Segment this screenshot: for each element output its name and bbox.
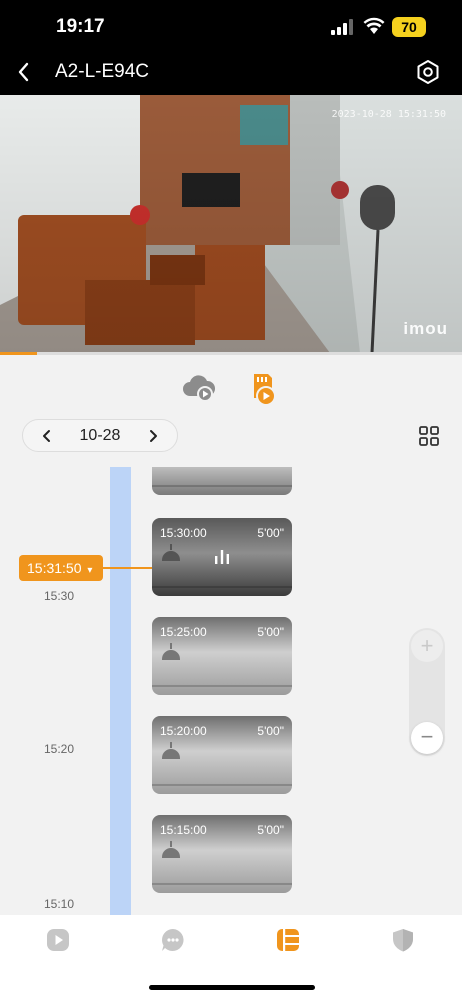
lamp-icon bbox=[161, 742, 181, 759]
lamp-icon bbox=[161, 841, 181, 858]
current-time-pill[interactable]: 15:31:50 ▾ bbox=[19, 555, 103, 581]
device-title: A2-L-E94C bbox=[55, 61, 149, 82]
cloud-play-icon[interactable] bbox=[181, 374, 217, 404]
zoom-control: + − bbox=[409, 628, 445, 756]
timeline-tick: 15:30 bbox=[44, 589, 75, 603]
home-indicator bbox=[149, 985, 315, 990]
clip-divider bbox=[152, 685, 292, 687]
source-toggle bbox=[0, 370, 462, 414]
timeline-tick: 15:20 bbox=[44, 742, 75, 756]
clip-start-time: 15:30:00 bbox=[160, 526, 207, 540]
zoom-out-button[interactable]: − bbox=[411, 722, 443, 754]
current-time-label: 15:31:50 bbox=[27, 560, 82, 576]
timeline-tick: 15:10 bbox=[44, 897, 75, 911]
clip-thumbnail[interactable]: 15:25:00 5'00" bbox=[152, 617, 292, 695]
clip-duration: 5'00" bbox=[257, 625, 284, 639]
lamp-icon bbox=[161, 544, 181, 561]
play-icon[interactable] bbox=[45, 927, 71, 953]
camera-video-view[interactable]: 2023-10-28 15:31:50 imou bbox=[0, 95, 462, 353]
zoom-in-button[interactable]: + bbox=[411, 630, 443, 662]
chevron-down-icon: ▾ bbox=[87, 565, 93, 576]
clip-divider bbox=[152, 485, 292, 487]
playing-indicator-icon bbox=[215, 550, 229, 564]
sd-card-play-icon[interactable] bbox=[248, 372, 278, 408]
clip-divider bbox=[152, 784, 292, 786]
battery-indicator: 70 bbox=[392, 17, 426, 37]
list-icon[interactable] bbox=[275, 927, 301, 953]
grid-view-button[interactable] bbox=[418, 425, 440, 447]
imou-watermark: imou bbox=[403, 319, 448, 338]
playback-progress-fill bbox=[0, 352, 37, 355]
clip-duration: 5'00" bbox=[257, 823, 284, 837]
cellular-signal-icon bbox=[331, 19, 355, 35]
playback-progress[interactable] bbox=[0, 352, 462, 355]
clip-divider bbox=[152, 586, 292, 588]
clip-thumbnail[interactable]: 15:20:00 5'00" bbox=[152, 716, 292, 794]
lamp-icon bbox=[161, 643, 181, 660]
clip-divider bbox=[152, 883, 292, 885]
status-time: 19:17 bbox=[56, 16, 105, 37]
settings-button[interactable] bbox=[414, 58, 442, 86]
clip-duration: 5'00" bbox=[257, 526, 284, 540]
timeline-bar[interactable] bbox=[110, 467, 131, 917]
room-scene-image bbox=[0, 95, 462, 353]
clip-duration: 5'00" bbox=[257, 724, 284, 738]
chat-icon[interactable] bbox=[160, 927, 186, 953]
current-time-line bbox=[103, 567, 152, 569]
wifi-icon bbox=[363, 17, 385, 34]
video-timestamp: 2023-10-28 15:31:50 bbox=[331, 109, 446, 120]
date-selector: 10-28 bbox=[22, 419, 178, 452]
date-next-button[interactable] bbox=[145, 427, 161, 445]
top-bar: 19:17 70 A2-L-E94C bbox=[0, 0, 462, 95]
clip-thumbnail[interactable]: 15:15:00 5'00" bbox=[152, 815, 292, 893]
shield-icon[interactable] bbox=[390, 927, 416, 953]
clip-start-time: 15:15:00 bbox=[160, 823, 207, 837]
clip-start-time: 15:20:00 bbox=[160, 724, 207, 738]
clip-start-time: 15:25:00 bbox=[160, 625, 207, 639]
clip-thumbnail[interactable] bbox=[152, 467, 292, 495]
clip-thumbnail[interactable]: 15:30:00 5'00" bbox=[152, 518, 292, 596]
back-button[interactable] bbox=[12, 58, 36, 86]
